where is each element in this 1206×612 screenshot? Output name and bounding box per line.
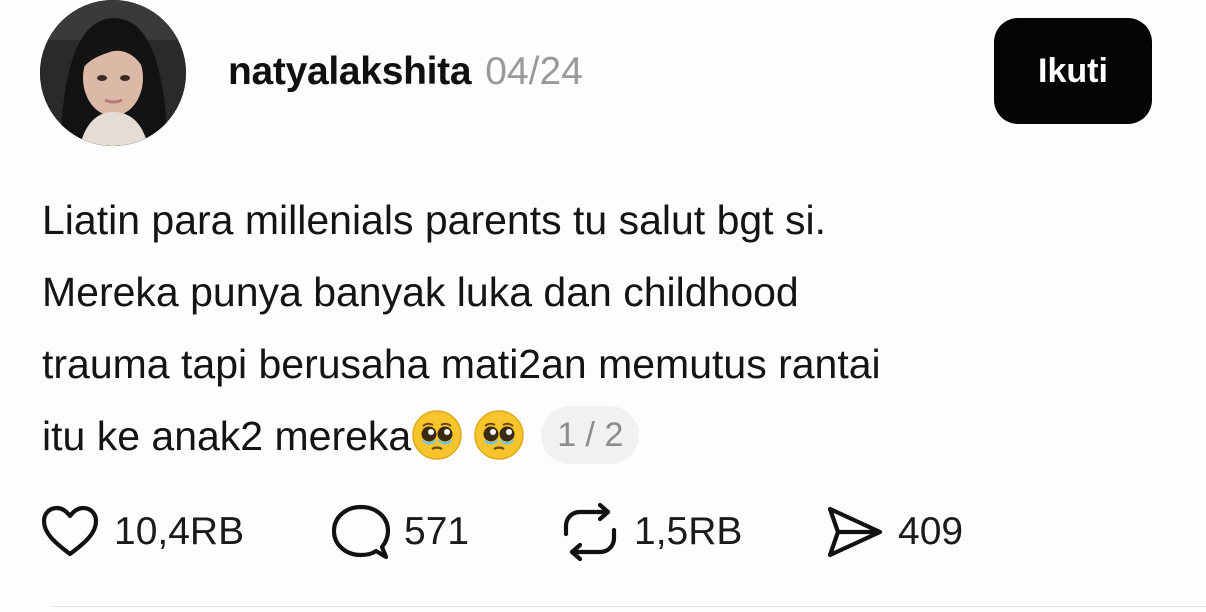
share-button[interactable]: 409: [826, 500, 963, 564]
post-header: natyalakshita 04/24: [228, 50, 583, 100]
post-date: 04/24: [485, 50, 583, 93]
pleading-face-emoji: [474, 410, 524, 460]
repost-button[interactable]: 1,5RB: [560, 500, 742, 564]
heart-icon: [41, 505, 99, 557]
divider: [52, 606, 1206, 607]
reply-button[interactable]: 571: [332, 500, 469, 564]
post-text: Liatin para millenials parents tu salut …: [42, 184, 1162, 472]
avatar[interactable]: [40, 0, 186, 146]
page-indicator: 1 / 2: [541, 406, 640, 465]
post-text-line: trauma tapi berusaha mati2an memutus ran…: [42, 341, 881, 387]
post-text-line: Mereka punya banyak luka dan childhood: [42, 269, 799, 315]
send-icon: [827, 506, 883, 558]
comment-bubble-icon: [332, 504, 390, 560]
repost-icon: [563, 502, 617, 562]
like-count: 10,4RB: [114, 510, 245, 553]
thread-post: natyalakshita 04/24 Ikuti Liatin para mi…: [0, 0, 1206, 612]
post-text-line: Liatin para millenials parents tu salut …: [42, 197, 826, 243]
like-button[interactable]: 10,4RB: [40, 500, 244, 564]
repost-count: 1,5RB: [634, 510, 743, 553]
follow-button[interactable]: Ikuti: [994, 18, 1152, 124]
username[interactable]: natyalakshita: [228, 50, 472, 94]
reply-count: 571: [404, 510, 470, 553]
share-count: 409: [898, 510, 964, 553]
post-text-segment: itu ke anak2 mereka: [42, 413, 412, 459]
pleading-face-emoji: [412, 410, 462, 460]
avatar-photo: [40, 0, 186, 146]
post-text-last-line: itu ke anak2 mereka 1 / 2: [42, 400, 1162, 472]
